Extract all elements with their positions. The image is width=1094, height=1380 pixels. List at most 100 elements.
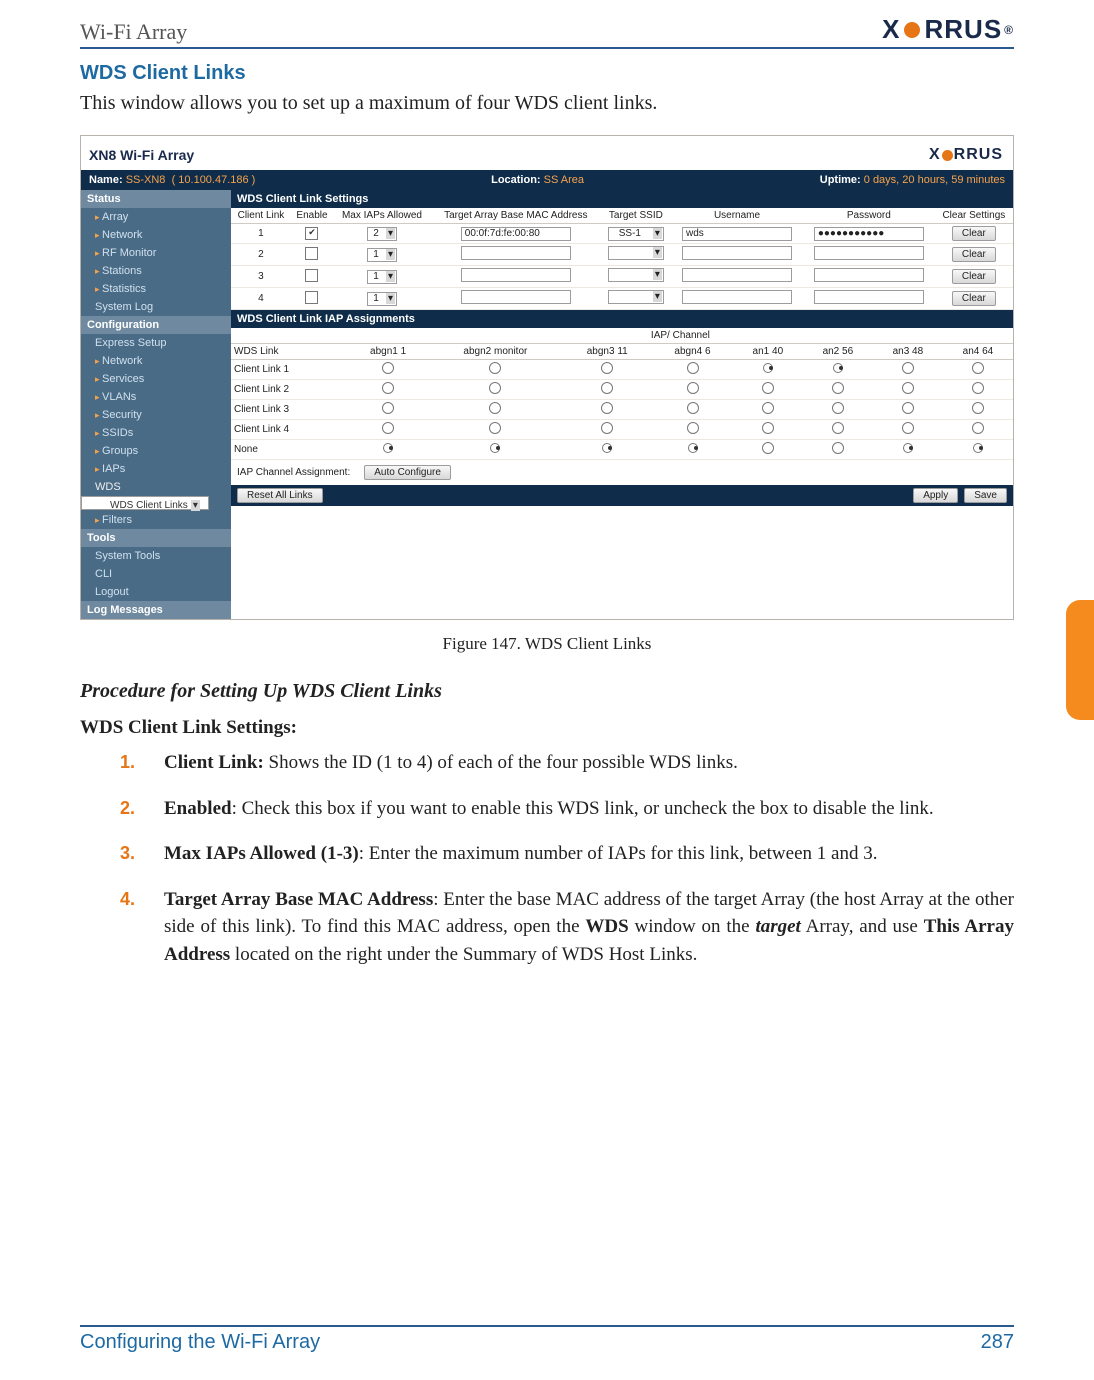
- nav-item[interactable]: Logout: [81, 583, 231, 601]
- enable-checkbox[interactable]: [305, 247, 318, 260]
- iap-radio[interactable]: [489, 362, 501, 374]
- iap-radio[interactable]: [383, 443, 393, 453]
- enable-checkbox[interactable]: [305, 227, 318, 240]
- iap-radio[interactable]: [688, 443, 698, 453]
- nav-item[interactable]: System Log: [81, 298, 231, 316]
- iap-radio[interactable]: [382, 362, 394, 374]
- iap-radio[interactable]: [601, 362, 613, 374]
- iap-radio[interactable]: [973, 443, 983, 453]
- nav-item[interactable]: System Tools: [81, 547, 231, 565]
- iap-radio[interactable]: [832, 422, 844, 434]
- iap-radio[interactable]: [972, 362, 984, 374]
- iap-radio[interactable]: [762, 382, 774, 394]
- nav-item[interactable]: VLANs: [81, 388, 231, 406]
- iap-radio[interactable]: [601, 422, 613, 434]
- nav-item[interactable]: IAPs: [81, 460, 231, 478]
- iap-radio[interactable]: [833, 363, 843, 373]
- ssid-select[interactable]: SS-1: [608, 227, 664, 241]
- iap-radio[interactable]: [972, 402, 984, 414]
- ssid-select[interactable]: [608, 246, 664, 260]
- clear-button[interactable]: Clear: [952, 291, 996, 306]
- iap-radio[interactable]: [763, 363, 773, 373]
- iap-radio[interactable]: [762, 402, 774, 414]
- iap-radio[interactable]: [601, 382, 613, 394]
- iap-radio[interactable]: [490, 443, 500, 453]
- enable-checkbox[interactable]: [305, 291, 318, 304]
- max-iaps-select[interactable]: 1: [367, 292, 397, 306]
- mac-input[interactable]: 00:0f:7d:fe:00:80: [461, 227, 571, 241]
- iap-radio[interactable]: [832, 442, 844, 454]
- password-input[interactable]: [814, 268, 924, 282]
- iap-radio[interactable]: [972, 382, 984, 394]
- password-input[interactable]: [814, 246, 924, 260]
- iap-radio[interactable]: [902, 382, 914, 394]
- nav-item[interactable]: Network: [81, 352, 231, 370]
- iap-row-name: Client Link 4: [231, 420, 348, 440]
- iap-radio[interactable]: [382, 382, 394, 394]
- iap-radio[interactable]: [489, 382, 501, 394]
- col-client-link: Client Link: [231, 208, 291, 224]
- nav-item[interactable]: Services: [81, 370, 231, 388]
- auto-configure-button[interactable]: Auto Configure: [364, 465, 451, 480]
- nav-item[interactable]: Statistics: [81, 280, 231, 298]
- password-input[interactable]: [814, 290, 924, 304]
- username-input[interactable]: [682, 246, 792, 260]
- clear-button[interactable]: Clear: [952, 226, 996, 241]
- iap-radio[interactable]: [902, 402, 914, 414]
- iap-radio[interactable]: [972, 422, 984, 434]
- iap-radio[interactable]: [602, 443, 612, 453]
- iap-radio[interactable]: [382, 422, 394, 434]
- nav-item[interactable]: Security: [81, 406, 231, 424]
- iap-radio[interactable]: [902, 422, 914, 434]
- iap-radio[interactable]: [382, 402, 394, 414]
- nav-item[interactable]: SSIDs: [81, 424, 231, 442]
- iap-radio[interactable]: [687, 402, 699, 414]
- max-iaps-select[interactable]: 1: [367, 248, 397, 262]
- ssid-select[interactable]: [608, 268, 664, 282]
- nav-item[interactable]: Groups: [81, 442, 231, 460]
- nav-item-wds[interactable]: WDS: [81, 478, 231, 496]
- mac-input[interactable]: [461, 290, 571, 304]
- window-title: XN8 Wi-Fi Array: [89, 147, 194, 163]
- save-button[interactable]: Save: [964, 488, 1007, 503]
- nav-item[interactable]: Network: [81, 226, 231, 244]
- reset-all-links-button[interactable]: Reset All Links: [237, 488, 323, 503]
- max-iaps-select[interactable]: 2: [367, 227, 397, 241]
- ssid-select[interactable]: [608, 290, 664, 304]
- nav-item[interactable]: Filters: [81, 511, 231, 529]
- iap-radio[interactable]: [903, 443, 913, 453]
- footer-left: Configuring the Wi-Fi Array: [80, 1331, 320, 1354]
- mac-input[interactable]: [461, 268, 571, 282]
- iap-col: abgn3 11: [562, 344, 652, 360]
- iap-col: WDS Link: [231, 344, 348, 360]
- iap-radio[interactable]: [687, 422, 699, 434]
- username-input[interactable]: [682, 290, 792, 304]
- iap-col: abgn4 6: [652, 344, 733, 360]
- enable-checkbox[interactable]: [305, 269, 318, 282]
- nav-item[interactable]: Stations: [81, 262, 231, 280]
- iap-radio[interactable]: [601, 402, 613, 414]
- name-ip: ( 10.100.47.186 ): [172, 174, 256, 186]
- iap-radio[interactable]: [762, 422, 774, 434]
- iap-radio[interactable]: [762, 442, 774, 454]
- nav-item[interactable]: CLI: [81, 565, 231, 583]
- max-iaps-select[interactable]: 1: [367, 270, 397, 284]
- nav-item-wds-client-links[interactable]: WDS Client Links: [81, 496, 209, 510]
- iap-radio[interactable]: [832, 382, 844, 394]
- iap-radio[interactable]: [489, 422, 501, 434]
- clear-button[interactable]: Clear: [952, 247, 996, 262]
- mac-input[interactable]: [461, 246, 571, 260]
- apply-button[interactable]: Apply: [913, 488, 958, 503]
- clear-button[interactable]: Clear: [952, 269, 996, 284]
- iap-radio[interactable]: [687, 382, 699, 394]
- iap-radio[interactable]: [902, 362, 914, 374]
- username-input[interactable]: [682, 268, 792, 282]
- iap-radio[interactable]: [832, 402, 844, 414]
- iap-radio[interactable]: [687, 362, 699, 374]
- nav-item[interactable]: Express Setup: [81, 334, 231, 352]
- username-input[interactable]: wds: [682, 227, 792, 241]
- nav-item[interactable]: Array: [81, 208, 231, 226]
- iap-radio[interactable]: [489, 402, 501, 414]
- nav-item[interactable]: RF Monitor: [81, 244, 231, 262]
- password-input[interactable]: ●●●●●●●●●●●: [814, 227, 924, 241]
